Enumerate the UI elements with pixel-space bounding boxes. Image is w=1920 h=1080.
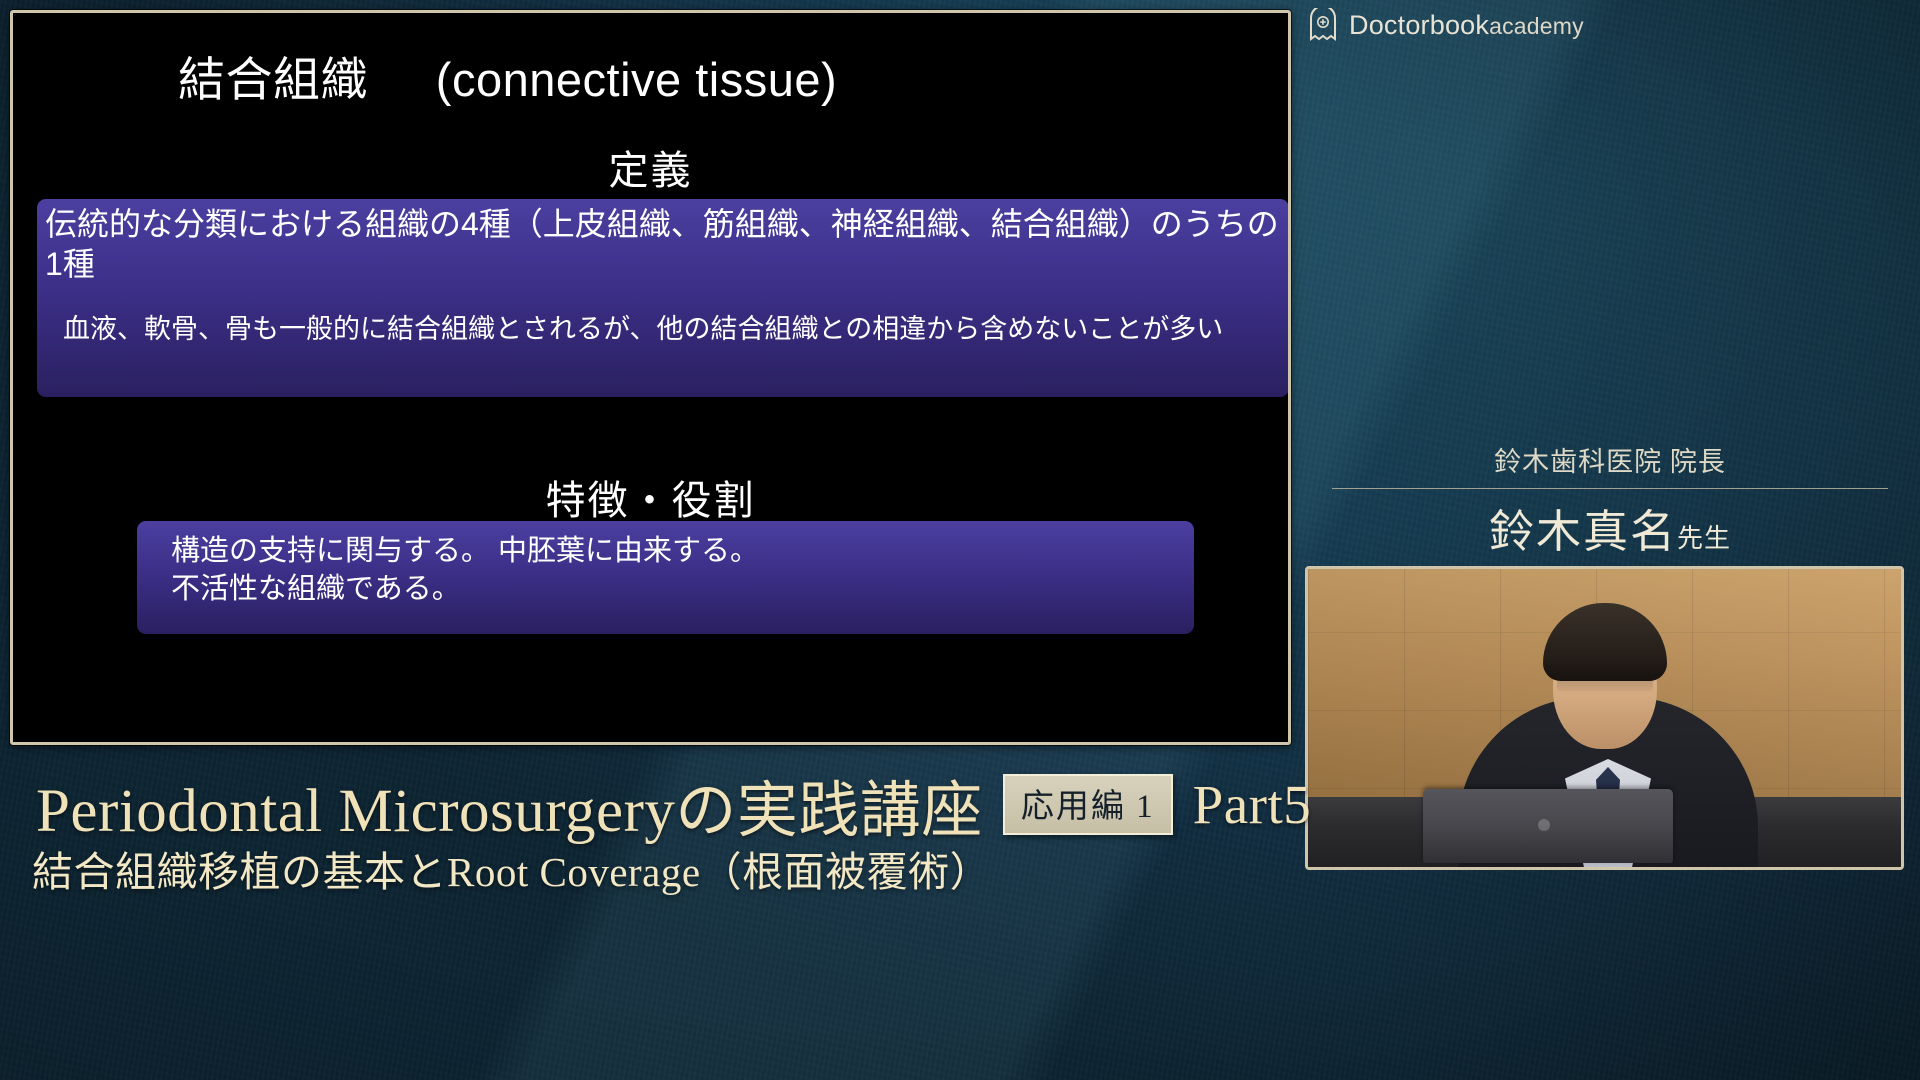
section-heading-features: 特徴・役割 xyxy=(545,479,756,523)
definition-highlight-box: 伝統的な分類における組織の4種（上皮組織、筋組織、神経組織、結合組織）のうちの1… xyxy=(37,199,1288,397)
brand-suffix: academy xyxy=(1489,12,1584,39)
features-highlight-box: 構造の支持に関与する。 中胚葉に由来する。 不活性な組織である。 xyxy=(137,521,1194,634)
course-title-bar: Periodontal Microsurgeryの実践講座 応用編 1 Part… xyxy=(0,742,1311,1080)
course-part-label: Part5 xyxy=(1192,774,1312,835)
course-title-en: Periodontal Microsurgery xyxy=(36,778,676,845)
features-line-1: 構造の支持に関与する。 中胚葉に由来する。 xyxy=(171,535,760,567)
presenter-name: 鈴木真名 xyxy=(1488,507,1677,557)
presenter-name-row: 鈴木真名先生 xyxy=(1318,495,1902,560)
video-laptop xyxy=(1423,789,1673,863)
definition-line-2: 血液、軟骨、骨も一般的に結合組織とされるが、他の結合組織との相違から含めないこと… xyxy=(63,314,1224,345)
brand-name: Doctorbook xyxy=(1349,9,1490,40)
course-title-main: Periodontal Microsurgeryの実践講座 xyxy=(36,760,983,849)
presenter-video-thumbnail[interactable] xyxy=(1305,566,1904,870)
slide-frame: 結合組織 (connective tissue) 定義 伝統的な分類における組織… xyxy=(10,10,1291,745)
section-heading-definition: 定義 xyxy=(608,149,693,193)
book-plus-icon xyxy=(1308,8,1338,42)
brand-wordmark: Doctorbookacademy xyxy=(1349,10,1584,41)
slide-title: 結合組織 (connective tissue) xyxy=(178,41,837,110)
presenter-info: 鈴木歯科医院 院長 鈴木真名先生 xyxy=(1318,440,1902,560)
brand-logo: Doctorbookacademy xyxy=(1308,8,1584,42)
presenter-honorific: 先生 xyxy=(1677,524,1732,553)
slide-canvas: 結合組織 (connective tissue) 定義 伝統的な分類における組織… xyxy=(13,13,1288,742)
slide-title-ja: 結合組織 xyxy=(178,53,368,106)
course-title-ja: の実践講座 xyxy=(675,778,983,845)
course-level-badge: 応用編 1 xyxy=(1002,774,1173,835)
presenter-divider xyxy=(1332,488,1888,489)
definition-line-1: 伝統的な分類における組織の4種（上皮組織、筋組織、神経組織、結合組織）のうちの1… xyxy=(45,206,1279,282)
right-rail: Doctorbookacademy 鈴木歯科医院 院長 鈴木真名先生 xyxy=(1300,0,1920,1080)
slide-title-en: (connective tissue) xyxy=(435,53,838,106)
features-line-2: 不活性な組織である。 xyxy=(171,572,461,605)
course-title-row: Periodontal Microsurgeryの実践講座 応用編 1 Part… xyxy=(36,760,1311,849)
presenter-affiliation: 鈴木歯科医院 院長 xyxy=(1494,447,1726,477)
course-subtitle: 結合組織移植の基本とRoot Coverage（根面被覆術） xyxy=(32,849,992,895)
